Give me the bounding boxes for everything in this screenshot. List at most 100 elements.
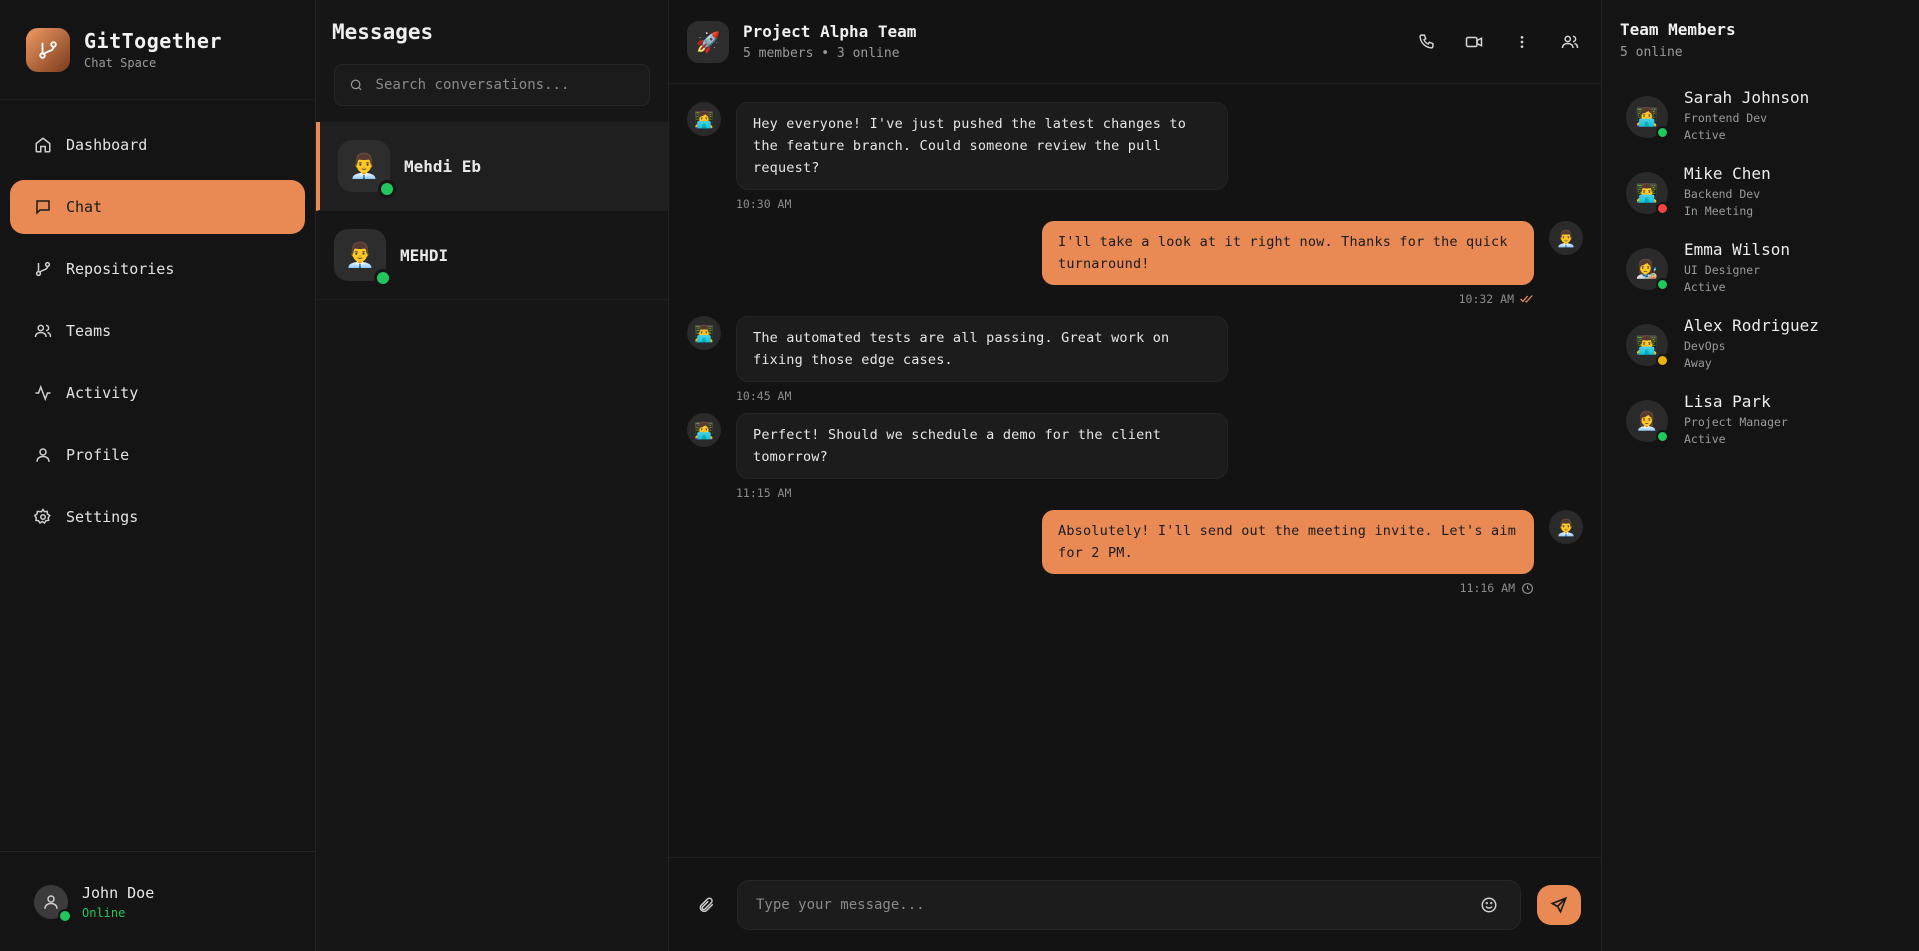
nav-label: Settings (66, 508, 139, 526)
phone-icon (1418, 34, 1434, 49)
git-branch-icon (26, 27, 70, 72)
search-box (334, 64, 650, 106)
conversation-name: Mehdi Eb (404, 156, 482, 176)
phone-call-button[interactable] (1413, 29, 1439, 55)
member-role: Backend Dev (1684, 187, 1761, 201)
member-name: Emma Wilson (1684, 240, 1790, 259)
rocket-icon: 🚀 (687, 20, 729, 63)
current-user[interactable]: John Doe Online (0, 851, 315, 951)
team-subtitle: 5 online (1620, 45, 1683, 60)
message-list: 👩‍💻 Hey everyone! I've just pushed the l… (669, 84, 1601, 857)
nav-item-settings[interactable]: Settings (10, 490, 305, 544)
avatar: 👨‍💻 (687, 316, 721, 350)
message-bubble: I'll take a look at it right now. Thanks… (1042, 221, 1534, 285)
member-role: DevOps (1684, 339, 1726, 353)
avatar: 👨‍💼 (1549, 221, 1583, 255)
activity-icon (35, 384, 51, 402)
nav-item-teams[interactable]: Teams (10, 304, 305, 358)
members-button[interactable] (1557, 29, 1583, 55)
video-call-button[interactable] (1461, 29, 1487, 55)
member-status: In Meeting (1684, 204, 1754, 218)
message-time: 10:30 AM (736, 197, 1228, 211)
nav-item-profile[interactable]: Profile (10, 428, 305, 482)
chat-panel: 🚀 Project Alpha Team 5 members • 3 onlin… (669, 0, 1602, 951)
member-name: Alex Rodriguez (1684, 316, 1819, 335)
message-incoming: 👩‍💻 Hey everyone! I've just pushed the l… (687, 102, 1583, 211)
team-member[interactable]: 👩‍💻 Sarah Johnson Frontend Dev Active (1620, 88, 1901, 142)
current-user-status: Online (82, 905, 126, 920)
double-check-icon (1520, 295, 1533, 303)
message-time: 11:15 AM (736, 486, 1228, 500)
member-name: Lisa Park (1684, 392, 1771, 411)
send-button[interactable] (1537, 884, 1581, 925)
home-icon (35, 137, 51, 153)
avatar (34, 884, 72, 923)
conversations-title: Messages (332, 20, 434, 44)
nav-item-chat[interactable]: Chat (10, 180, 305, 234)
nav-item-repositories[interactable]: Repositories (10, 242, 305, 296)
person-icon: 👨‍💻 (1635, 334, 1659, 356)
avatar: 👩‍💻 (687, 102, 721, 136)
conversation-name: MEHDI (400, 245, 449, 265)
main-nav: Dashboard Chat Repositories Teams Activi… (0, 100, 315, 851)
message-outgoing: I'll take a look at it right now. Thanks… (687, 221, 1583, 306)
message-time: 10:32 AM (1042, 292, 1534, 306)
chat-title: Project Alpha Team (743, 22, 917, 41)
member-name: Sarah Johnson (1684, 88, 1810, 107)
member-status: Away (1684, 356, 1712, 370)
avatar: 👨‍💻 (1626, 172, 1669, 215)
member-role: Project Manager (1684, 415, 1788, 429)
chat-subtitle: 5 members • 3 online (743, 46, 900, 61)
attach-button[interactable] (693, 892, 719, 918)
message-time-text: 11:16 AM (1459, 581, 1515, 595)
paperclip-icon (699, 896, 714, 912)
user-icon (36, 448, 50, 462)
users-icon (1561, 35, 1579, 48)
nav-label: Activity (66, 384, 139, 402)
git-branch-icon (35, 261, 51, 277)
status-dot (1656, 278, 1669, 291)
send-icon (1550, 896, 1568, 914)
nav-label: Teams (66, 322, 112, 340)
team-title: Team Members (1620, 20, 1736, 39)
person-icon: 👩‍💼 (1635, 410, 1659, 432)
team-member[interactable]: 👩‍💼 Lisa Park Project Manager Active (1620, 392, 1901, 446)
conversations-panel: Messages 👨‍💼 Mehdi Eb 👨‍💼 MEHDI (316, 0, 669, 951)
nav-item-dashboard[interactable]: Dashboard (10, 118, 305, 172)
message-time-text: 10:45 AM (736, 389, 792, 403)
message-bubble: Absolutely! I'll send out the meeting in… (1042, 510, 1534, 574)
brand-title: GitTogether (84, 29, 222, 53)
person-icon: 👨‍💼 (349, 152, 379, 180)
conversation-item[interactable]: 👨‍💼 Mehdi Eb (316, 122, 668, 211)
message-time: 11:16 AM (1042, 581, 1534, 595)
message-incoming: 👩‍💻 Perfect! Should we schedule a demo f… (687, 413, 1583, 500)
conversation-item[interactable]: 👨‍💼 MEHDI (316, 211, 668, 300)
gear-icon (34, 508, 51, 525)
team-panel: Team Members 5 online 👩‍💻 Sarah Johnson … (1602, 0, 1919, 951)
member-role: UI Designer (1684, 263, 1761, 277)
more-options-button[interactable] (1509, 29, 1535, 55)
team-member[interactable]: 👨‍💻 Mike Chen Backend Dev In Meeting (1620, 164, 1901, 218)
nav-item-activity[interactable]: Activity (10, 366, 305, 420)
chat-header: 🚀 Project Alpha Team 5 members • 3 onlin… (669, 0, 1601, 84)
team-member[interactable]: 👩‍🎨 Emma Wilson UI Designer Active (1620, 240, 1901, 294)
message-composer (669, 857, 1601, 951)
emoji-button[interactable] (1476, 892, 1502, 918)
online-status-dot (374, 269, 392, 287)
person-icon: 👩‍🎨 (1635, 258, 1659, 280)
search-icon (350, 79, 362, 91)
team-member[interactable]: 👨‍💻 Alex Rodriguez DevOps Away (1620, 316, 1901, 370)
message-input-box (737, 879, 1521, 930)
message-input[interactable] (756, 896, 1476, 913)
avatar: 👨‍💻 (1626, 324, 1669, 367)
brand: GitTogether Chat Space (0, 0, 315, 100)
brand-subtitle: Chat Space (84, 56, 157, 70)
member-status: Active (1684, 432, 1726, 446)
user-icon (44, 894, 58, 909)
message-square-icon (36, 200, 50, 215)
message-bubble: Perfect! Should we schedule a demo for t… (736, 413, 1228, 479)
search-input[interactable] (375, 77, 635, 93)
status-dot (1656, 126, 1669, 139)
message-bubble: The automated tests are all passing. Gre… (736, 316, 1228, 382)
avatar: 👩‍🎨 (1626, 248, 1669, 291)
